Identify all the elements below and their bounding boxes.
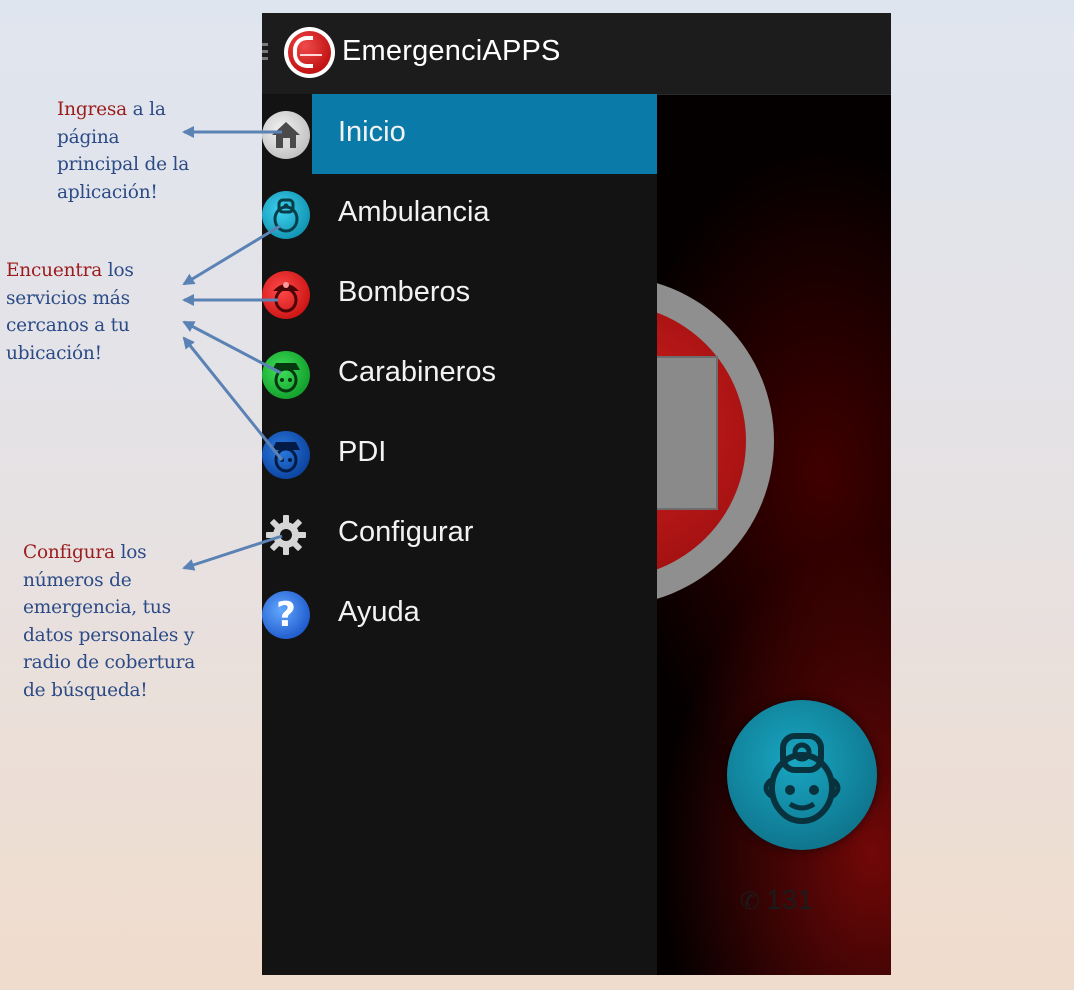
police-icon xyxy=(262,351,310,399)
ambulance-face-icon xyxy=(763,733,841,824)
drawer-item-inicio[interactable]: Inicio xyxy=(262,94,657,174)
drawer-item-label: Configurar xyxy=(338,516,474,548)
annotation-inicio: Ingresa a la página principal de la apli… xyxy=(57,99,190,203)
phone-icon: ✆ xyxy=(740,888,761,915)
ambulance-icon xyxy=(262,191,310,239)
drawer-item-label: Ayuda xyxy=(338,596,420,628)
firefighter-icon xyxy=(262,271,310,319)
gear-icon xyxy=(262,511,310,559)
handset-icon xyxy=(293,36,313,68)
app-logo[interactable] xyxy=(284,27,335,78)
drawer-item-ayuda[interactable]: ? Ayuda xyxy=(262,574,657,654)
annotation-keyword: Encuentra xyxy=(6,260,103,281)
drawer-item-label: Carabineros xyxy=(338,356,496,388)
drawer-item-ambulancia[interactable]: Ambulancia xyxy=(262,174,657,254)
annotation-configurar: Configura los números de emergencia, tus… xyxy=(23,542,196,701)
drawer-item-pdi[interactable]: PDI xyxy=(262,414,657,494)
drawer-toggle-icon[interactable] xyxy=(262,43,270,63)
drawer-item-bomberos[interactable]: Bomberos xyxy=(262,254,657,334)
drawer-item-label: PDI xyxy=(338,436,387,468)
navigation-drawer: Inicio Ambulancia Bomberos Carabineros P… xyxy=(262,94,657,975)
drawer-item-label: Inicio xyxy=(338,116,406,148)
drawer-item-configurar[interactable]: Configurar xyxy=(262,494,657,574)
home-icon xyxy=(262,111,310,159)
app-title: EmergenciAPPS xyxy=(342,35,561,67)
drawer-item-carabineros[interactable]: Carabineros xyxy=(262,334,657,414)
help-icon: ? xyxy=(262,591,310,639)
pdi-icon xyxy=(262,431,310,479)
action-bar: EmergenciAPPS xyxy=(262,13,891,95)
phone-number: ✆ 131 xyxy=(740,884,813,915)
drawer-item-label: Bomberos xyxy=(338,276,471,308)
ambulance-call-button[interactable] xyxy=(727,700,877,850)
annotation-servicios: Encuentra los servicios más cercanos a t… xyxy=(6,260,134,364)
phone-screen: ✆ 131 EmergenciAPPS Inicio Ambulancia Bo… xyxy=(262,13,891,975)
annotation-keyword: Ingresa xyxy=(57,99,127,120)
annotation-keyword: Configura xyxy=(23,542,115,563)
drawer-item-label: Ambulancia xyxy=(338,196,490,228)
